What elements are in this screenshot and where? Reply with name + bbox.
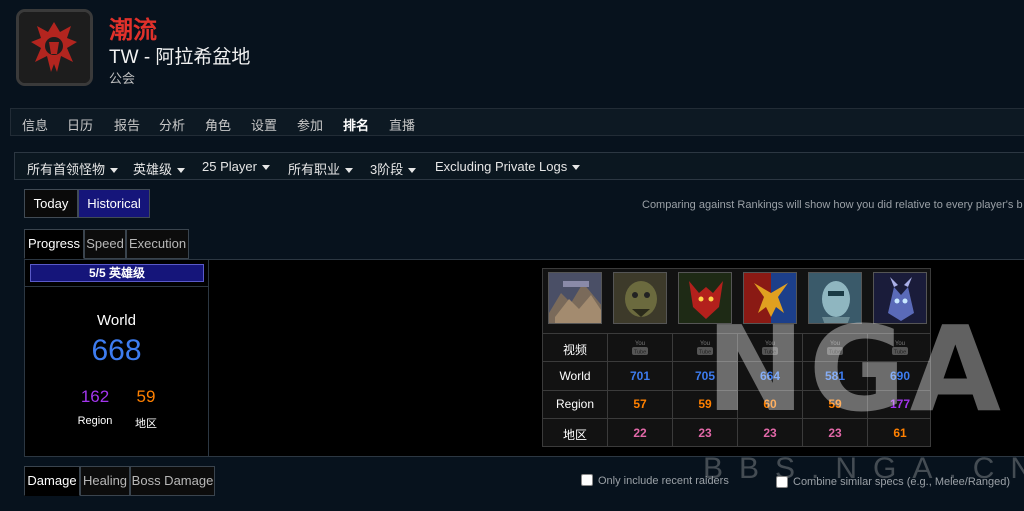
nav-item-rankings[interactable]: 排名 xyxy=(343,115,369,134)
nav-item-settings[interactable]: 设置 xyxy=(251,115,277,134)
boss-1-region-rank[interactable]: 57 xyxy=(608,397,672,411)
chevron-down-icon xyxy=(408,168,417,174)
compare-note: Comparing against Rankings will show how… xyxy=(642,199,1023,211)
chevron-down-icon xyxy=(572,165,581,171)
chevron-down-icon xyxy=(110,168,119,174)
filter-private-logs-label: Excluding Private Logs xyxy=(435,159,568,174)
region-rank: 162 xyxy=(80,387,110,406)
nav-item-info[interactable]: 信息 xyxy=(22,115,48,134)
filter-size-dropdown[interactable]: 25 Player xyxy=(202,159,270,174)
difficulty-header: 5/5 英雄级 xyxy=(30,264,204,282)
filter-size-label: 25 Player xyxy=(202,159,257,174)
row-label-local: 地区 xyxy=(562,428,587,442)
boss-1-portrait-icon[interactable] xyxy=(613,272,667,324)
guild-name: 潮流 xyxy=(109,17,157,44)
tab-healing[interactable]: Healing xyxy=(80,466,130,496)
chevron-down-icon xyxy=(261,165,270,171)
world-rank: 668 xyxy=(91,334,142,367)
combine-specs-label: Combine similar specs (e.g., Melee/Range… xyxy=(793,476,1011,488)
guild-nav-bar: 信息 日历 报告 分析 角色 设置 参加 排名 直播 xyxy=(10,108,1024,136)
row-label-video: 视频 xyxy=(562,343,587,357)
region-label: Region xyxy=(77,415,113,427)
filter-boss-label: 所有首领怪物 xyxy=(27,162,106,177)
filter-bar: 所有首领怪物 英雄级 25 Player 所有职业 3阶段 Excluding … xyxy=(14,152,1024,180)
filter-phase-label: 3阶段 xyxy=(370,162,404,177)
nav-item-reports[interactable]: 报告 xyxy=(114,115,140,134)
historical-button[interactable]: Historical xyxy=(78,189,150,218)
page: 潮流 TW - 阿拉希盆地 公会 信息 日历 报告 分析 角色 设置 参加 排名… xyxy=(0,0,1024,511)
filter-difficulty-dropdown[interactable]: 英雄级 xyxy=(133,159,186,178)
nav-item-characters[interactable]: 角色 xyxy=(205,115,231,134)
local-rank: 59 xyxy=(136,387,156,406)
horde-crest-icon xyxy=(16,9,93,86)
boss-1-local-rank[interactable]: 22 xyxy=(608,426,672,440)
nav-item-analysis[interactable]: 分析 xyxy=(159,115,185,134)
divider xyxy=(25,286,208,287)
tab-speed[interactable]: Speed xyxy=(84,229,126,259)
guild-realm: TW - 阿拉希盆地 xyxy=(109,47,251,68)
nav-item-attendance[interactable]: 参加 xyxy=(297,115,323,134)
filter-difficulty-label: 英雄级 xyxy=(133,162,173,177)
svg-text:You: You xyxy=(635,341,645,347)
tab-boss-damage[interactable]: Boss Damage xyxy=(130,466,215,496)
youtube-icon[interactable]: You Tube xyxy=(630,338,650,356)
guild-type: 公会 xyxy=(109,71,136,86)
world-label: World xyxy=(97,312,136,329)
nav-item-livestream[interactable]: 直播 xyxy=(389,115,415,134)
nav-item-calendar[interactable]: 日历 xyxy=(67,115,93,134)
tab-execution[interactable]: Execution xyxy=(126,229,189,259)
row-label-region: Region xyxy=(555,397,595,411)
tab-damage[interactable]: Damage xyxy=(24,466,80,496)
filter-boss-dropdown[interactable]: 所有首领怪物 xyxy=(27,159,119,178)
recent-raiders-label: Only include recent raiders xyxy=(598,475,729,487)
svg-text:Tube: Tube xyxy=(634,350,646,356)
row-label-world: World xyxy=(559,369,591,383)
filter-phase-dropdown[interactable]: 3阶段 xyxy=(370,159,417,178)
local-label: 地区 xyxy=(135,418,157,430)
tab-progress[interactable]: Progress xyxy=(24,229,84,259)
watermark-logo: NGA xyxy=(706,300,1005,438)
boss-1-world-rank[interactable]: 701 xyxy=(608,369,672,383)
chevron-down-icon xyxy=(177,168,186,174)
filter-private-logs-dropdown[interactable]: Excluding Private Logs xyxy=(435,159,581,174)
chevron-down-icon xyxy=(345,168,354,174)
raid-zone-icon[interactable] xyxy=(548,272,602,324)
combine-specs-checkbox[interactable] xyxy=(776,476,788,488)
today-button[interactable]: Today xyxy=(24,189,78,218)
guild-header: 潮流 TW - 阿拉希盆地 公会 xyxy=(0,0,1024,100)
recent-raiders-checkbox[interactable] xyxy=(581,474,593,486)
filter-class-dropdown[interactable]: 所有职业 xyxy=(288,159,354,178)
filter-class-label: 所有职业 xyxy=(288,162,341,177)
